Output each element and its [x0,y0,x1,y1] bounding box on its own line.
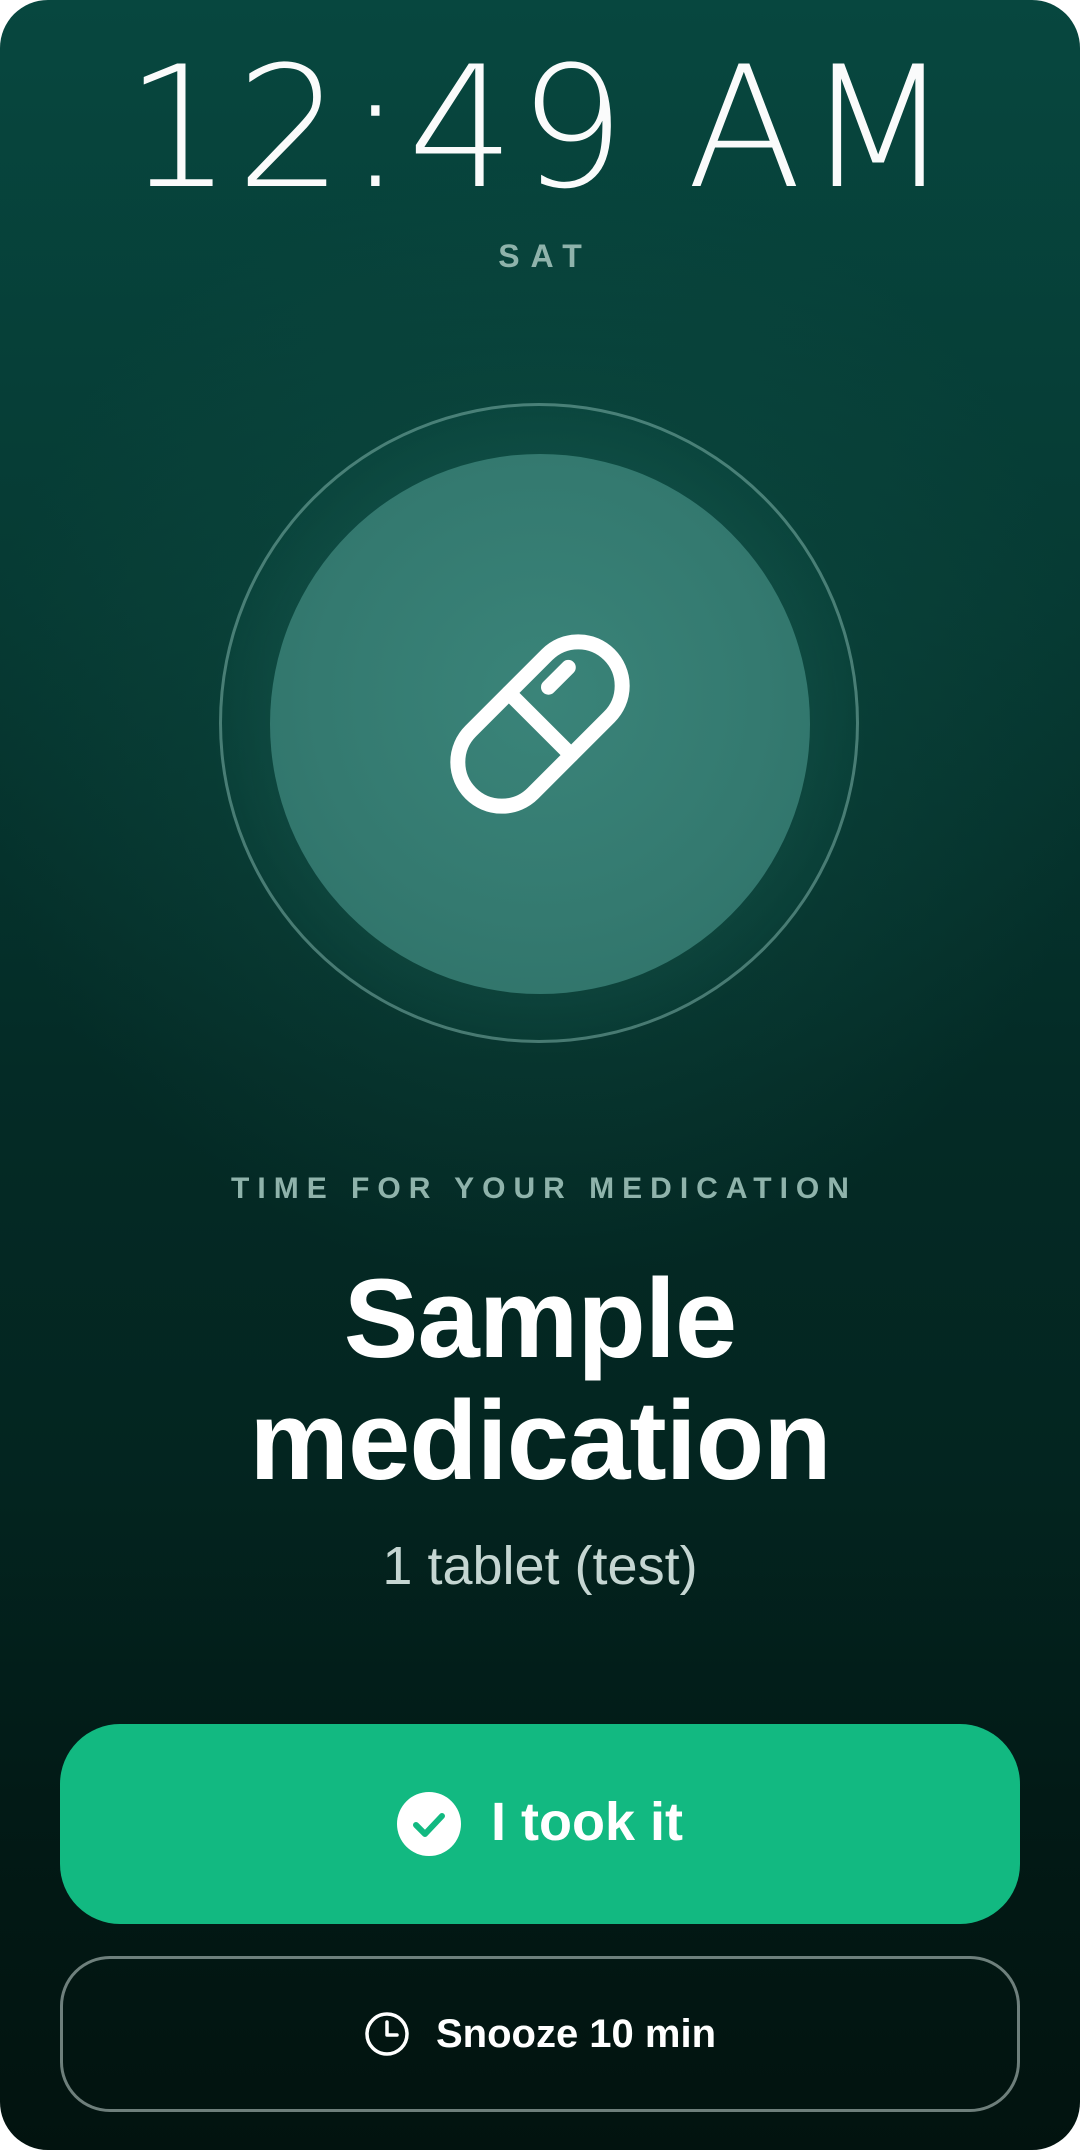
day-of-week: SAT [498,238,593,274]
pill-icon [450,634,630,814]
snooze-label: Snooze 10 min [435,2011,717,2056]
medication-alarm-screen: 12:49 AM SAT TIME FOR YOUR MEDICATION Sa… [0,0,1080,2150]
check-circle-icon [397,1792,461,1856]
medication-name: Sample medication [249,1256,831,1503]
snooze-button[interactable]: Snooze 10 min [60,1956,1020,2112]
clock-icon [365,2012,409,2056]
reminder-subtitle: TIME FOR YOUR MEDICATION [231,1172,857,1205]
took-it-button[interactable]: I took it [60,1724,1020,1924]
medication-dose: 1 tablet (test) [382,1536,698,1596]
took-it-label: I took it [491,1792,683,1852]
clock-time: 12:49 AM [125,30,955,226]
